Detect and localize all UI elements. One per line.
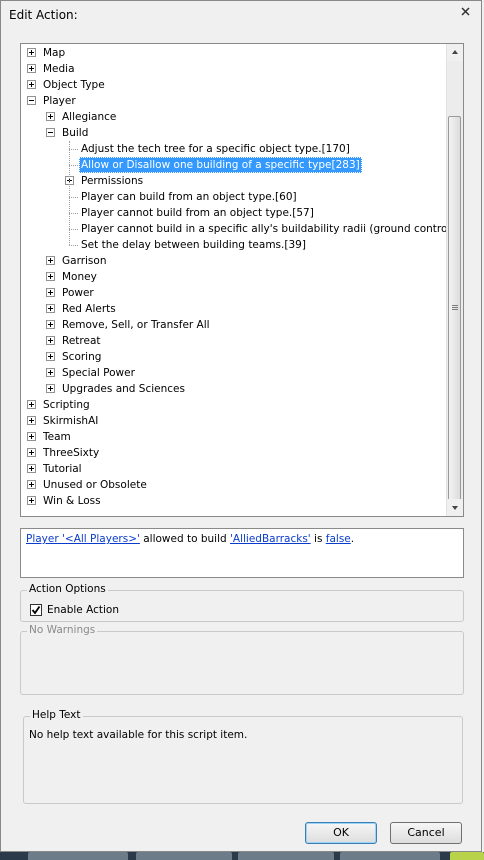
help-text-caption: Help Text <box>30 709 83 721</box>
help-text-group: Help Text No help text available for thi… <box>23 709 463 804</box>
tree-item-label: Object Type <box>43 79 105 91</box>
expand-icon[interactable] <box>46 112 55 121</box>
expand-icon[interactable] <box>27 432 36 441</box>
expand-icon[interactable] <box>27 64 36 73</box>
expand-icon[interactable] <box>27 400 36 409</box>
tree-item-label: Garrison <box>62 255 107 267</box>
tree-item-label: Allegiance <box>62 111 117 123</box>
tree-item-label: Upgrades and Sciences <box>62 383 185 395</box>
expand-icon[interactable] <box>46 368 55 377</box>
dialog-title: Edit Action: <box>9 8 78 22</box>
tree-item-label: Media <box>43 63 75 75</box>
tree-item-label: Special Power <box>62 367 135 379</box>
expand-icon[interactable] <box>27 480 36 489</box>
grip-line <box>452 309 458 310</box>
taskbar <box>0 852 484 860</box>
expand-icon[interactable] <box>46 352 55 361</box>
grip-line <box>452 305 458 306</box>
tree-connector <box>69 165 78 166</box>
action-options-caption: Action Options <box>27 583 108 595</box>
building-link[interactable]: 'AlliedBarracks' <box>230 533 311 545</box>
expand-icon[interactable] <box>46 272 55 281</box>
tree-item-label: Player cannot build in a specific ally's… <box>81 223 464 235</box>
expand-icon[interactable] <box>27 496 36 505</box>
enable-action-label: Enable Action <box>47 604 119 616</box>
arrow-up-icon <box>452 50 458 54</box>
tree-item-label: SkirmishAI <box>43 415 99 427</box>
tree-connector <box>69 245 78 246</box>
tree-item-label: Retreat <box>62 335 101 347</box>
tree-item-label: Player <box>43 95 76 107</box>
tree-connector <box>69 229 78 230</box>
tree-item-label: Team <box>43 431 71 443</box>
tree-item-label: Unused or Obsolete <box>43 479 147 491</box>
taskbar-item[interactable] <box>238 852 334 860</box>
scroll-down-button[interactable] <box>447 499 463 516</box>
grip-line <box>452 307 458 308</box>
scroll-up-button[interactable] <box>447 44 463 61</box>
edit-action-dialog: Edit Action: Map Media Object Type Player Al… <box>0 0 482 852</box>
value-link[interactable]: false <box>326 533 351 545</box>
description-text: allowed to build <box>139 533 231 545</box>
taskbar-item[interactable] <box>136 852 232 860</box>
expand-icon[interactable] <box>46 304 55 313</box>
tree-item-label: Allow or Disallow one building of a spec… <box>79 157 362 173</box>
arrow-down-icon <box>452 506 458 510</box>
tree-item-label: Tutorial <box>43 463 82 475</box>
tree-item-label: Permissions <box>81 175 144 187</box>
tree-item-label: Player cannot build from an object type.… <box>81 207 314 219</box>
player-link[interactable]: Player '<All Players>' <box>26 533 140 545</box>
taskbar-item[interactable] <box>28 852 128 860</box>
tree-item-label: Scripting <box>43 399 90 411</box>
action-options-group: Action Options Enable Action <box>20 583 464 622</box>
expand-icon[interactable] <box>27 416 36 425</box>
expand-icon[interactable] <box>46 256 55 265</box>
expand-icon[interactable] <box>27 80 36 89</box>
tree-item-label: Adjust the tech tree for a specific obje… <box>81 143 350 155</box>
action-tree[interactable]: Map Media Object Type Player Allegiance Build… <box>20 43 464 517</box>
tree-item-label: Set the delay between building teams.[39… <box>81 239 306 251</box>
tree-item-label: Player can build from an object type.[60… <box>81 191 297 203</box>
scroll-thumb[interactable] <box>448 116 461 501</box>
enable-action-checkbox[interactable] <box>30 604 42 616</box>
tree-item-label: Build <box>62 127 89 139</box>
collapse-icon[interactable] <box>46 128 55 137</box>
tree-item-label: Remove, Sell, or Transfer All <box>62 319 210 331</box>
collapse-icon[interactable] <box>27 96 36 105</box>
tree-connector <box>69 197 78 198</box>
close-icon[interactable] <box>457 5 475 19</box>
tree-connector <box>69 149 78 150</box>
tree-item-label: Red Alerts <box>62 303 116 315</box>
tree-item-label: Money <box>62 271 97 283</box>
taskbar-item[interactable] <box>340 852 440 860</box>
expand-icon[interactable] <box>27 48 36 57</box>
taskbar-item[interactable] <box>450 852 484 860</box>
ok-button[interactable]: OK <box>305 822 377 844</box>
tree-item-label: Scoring <box>62 351 102 363</box>
expand-icon[interactable] <box>46 336 55 345</box>
expand-icon[interactable] <box>46 384 55 393</box>
description-text: . <box>350 533 355 545</box>
tree-connector <box>69 141 70 245</box>
tree-connector <box>69 213 78 214</box>
help-text: No help text available for this script i… <box>29 729 248 741</box>
warnings-group: No Warnings <box>20 624 464 695</box>
expand-icon[interactable] <box>27 464 36 473</box>
expand-icon[interactable] <box>27 448 36 457</box>
checkmark-icon <box>31 605 41 615</box>
tree-item-label: Win & Loss <box>43 495 101 507</box>
tree-scrollbar[interactable] <box>446 44 463 516</box>
tree-item-label: Map <box>43 47 66 59</box>
expand-icon[interactable] <box>46 320 55 329</box>
warnings-caption: No Warnings <box>27 624 98 636</box>
action-description: Player '<All Players>' allowed to build … <box>20 528 464 578</box>
description-text: is <box>310 533 326 545</box>
cancel-button[interactable]: Cancel <box>390 822 462 844</box>
expand-icon[interactable] <box>46 288 55 297</box>
tree-item-label: ThreeSixty <box>43 447 100 459</box>
tree-item-label: Power <box>62 287 94 299</box>
